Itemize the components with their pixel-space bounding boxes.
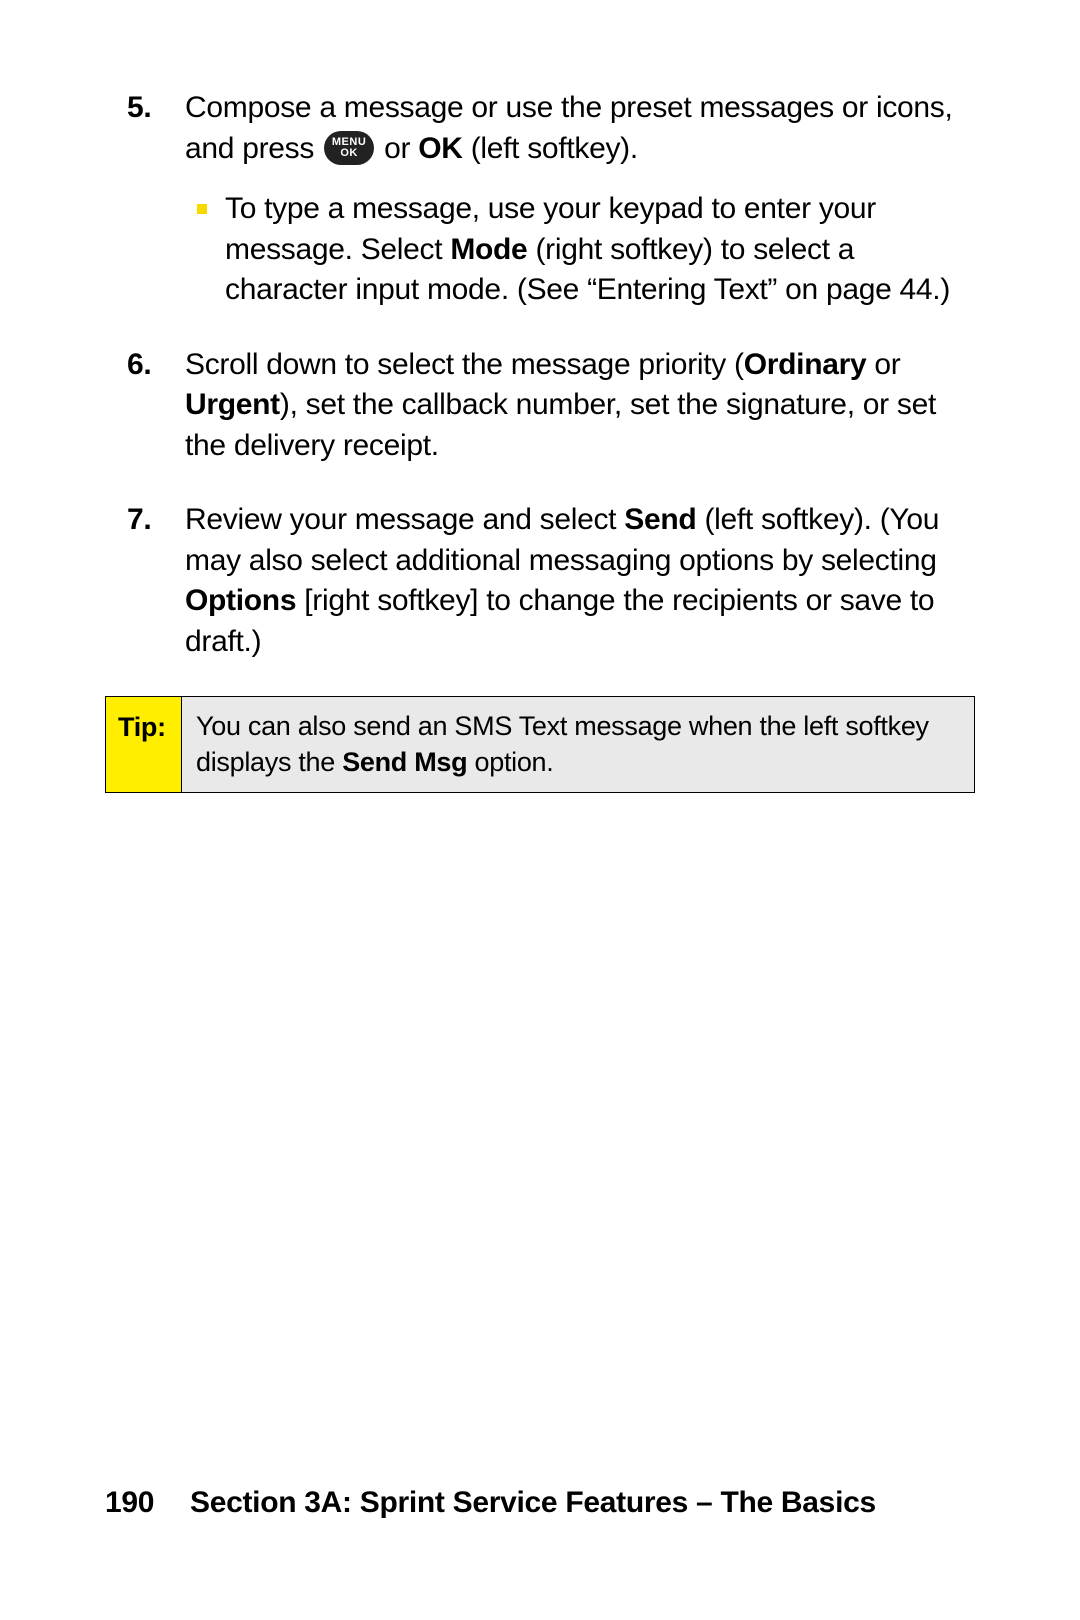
page-number: 190 [105, 1486, 190, 1520]
manual-page: 5. Compose a message or use the preset m… [0, 0, 1080, 1620]
send-label: Send [624, 503, 696, 536]
text-fragment: Scroll down to select the message priori… [185, 348, 744, 381]
text-fragment: option. [467, 747, 553, 777]
tip-callout: Tip: You can also send an SMS Text messa… [105, 696, 975, 793]
page-footer: 190Section 3A: Sprint Service Features –… [105, 1486, 975, 1520]
icon-label-ok: OK [340, 148, 358, 159]
step-number: 5. [127, 88, 151, 129]
text-fragment: or [376, 132, 418, 165]
step-text: Scroll down to select the message priori… [185, 348, 936, 462]
mode-label: Mode [450, 233, 527, 266]
tip-label: Tip: [106, 697, 182, 792]
ordinary-label: Ordinary [744, 348, 867, 381]
text-fragment: or [866, 348, 900, 381]
step-5: 5. Compose a message or use the preset m… [105, 88, 975, 311]
step-text: Compose a message or use the preset mess… [185, 91, 953, 165]
tip-body: You can also send an SMS Text message wh… [182, 697, 974, 792]
urgent-label: Urgent [185, 388, 280, 421]
sub-bullets: To type a message, use your keypad to en… [185, 189, 975, 311]
step-text: Review your message and select Send (lef… [185, 503, 939, 658]
text-fragment: Review your message and select [185, 503, 624, 536]
sub-bullet: To type a message, use your keypad to en… [185, 189, 975, 311]
text-fragment: [right softkey] to change the recipients… [185, 584, 934, 658]
step-6: 6. Scroll down to select the message pri… [105, 345, 975, 467]
sendmsg-label: Send Msg [342, 747, 467, 777]
numbered-steps: 5. Compose a message or use the preset m… [105, 88, 975, 662]
ok-label: OK [418, 132, 462, 165]
text-fragment: You can also send an SMS Text message wh… [196, 711, 929, 777]
menu-ok-icon: MENUOK [324, 131, 374, 165]
section-title: Section 3A: Sprint Service Features – Th… [190, 1486, 876, 1519]
text-fragment: (left softkey). [463, 132, 638, 165]
options-label: Options [185, 584, 296, 617]
step-7: 7. Review your message and select Send (… [105, 500, 975, 662]
text-fragment: ), set the callback number, set the sign… [185, 388, 936, 462]
body-text: 5. Compose a message or use the preset m… [105, 88, 975, 793]
step-number: 7. [127, 500, 151, 541]
step-number: 6. [127, 345, 151, 386]
